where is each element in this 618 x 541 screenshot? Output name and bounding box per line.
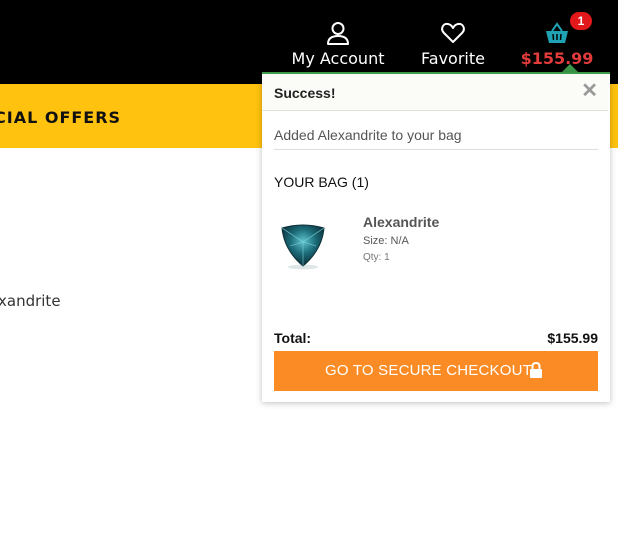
gemstone-image[interactable] — [278, 220, 328, 270]
total-value: $155.99 — [547, 330, 598, 346]
popup-header: Success! ✕ — [262, 74, 608, 111]
item-quantity: Qty: 1 — [363, 252, 390, 263]
heart-icon — [441, 22, 465, 43]
cart-count-badge: 1 — [570, 12, 592, 30]
popup-pointer-arrow — [562, 64, 578, 72]
checkout-button-label: GO TO SECURE CHECKOUT — [325, 362, 533, 379]
secure-checkout-button[interactable]: GO TO SECURE CHECKOUT — [274, 351, 598, 391]
item-name[interactable]: Alexandrite — [363, 214, 439, 230]
special-offers-link[interactable]: CIAL OFFERS — [0, 108, 121, 127]
basket-icon — [546, 22, 568, 43]
total-label: Total: — [274, 330, 312, 346]
mini-cart-popup: Success! ✕ Added Alexandrite to your bag… — [262, 72, 610, 402]
product-name-text: xandrite — [0, 292, 61, 310]
user-icon — [327, 22, 349, 45]
lock-icon — [530, 362, 542, 378]
bag-title: YOUR BAG (1) — [274, 174, 369, 190]
popup-title: Success! — [274, 85, 336, 101]
my-account-label: My Account — [291, 49, 385, 68]
item-size: Size: N/A — [363, 235, 409, 247]
added-message: Added Alexandrite to your bag — [274, 127, 462, 143]
close-icon[interactable]: ✕ — [581, 81, 598, 101]
favorite-label: Favorite — [421, 49, 485, 68]
cart-total-label: $155.99 — [520, 49, 594, 68]
divider — [274, 149, 598, 150]
